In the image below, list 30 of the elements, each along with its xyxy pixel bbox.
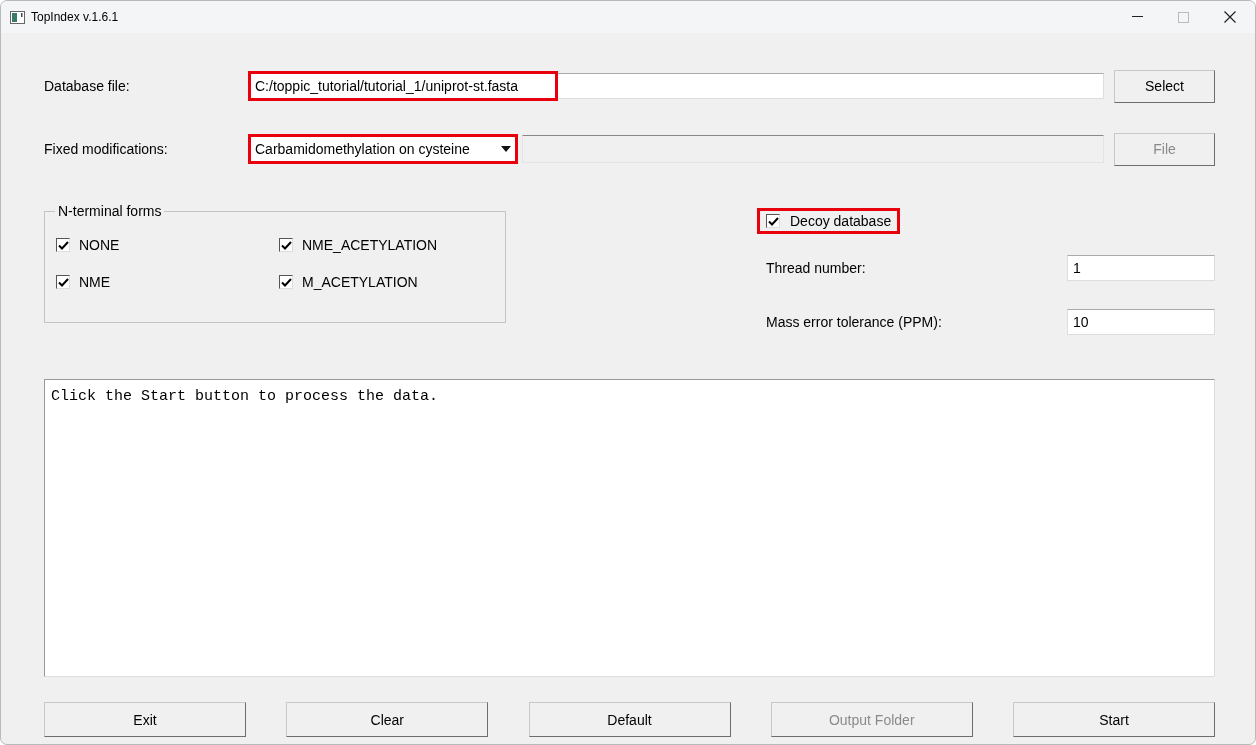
- checkbox[interactable]: [279, 275, 293, 289]
- checkbox-label: NME_ACETYLATION: [302, 237, 438, 253]
- minimize-icon[interactable]: [1132, 16, 1143, 18]
- app-icon: [10, 10, 25, 24]
- checkbox-label: NONE: [79, 237, 120, 253]
- field-label: Mass error tolerance (PPM):: [766, 314, 942, 330]
- checkbox-label: M_ACETYLATION: [302, 274, 418, 290]
- close-icon[interactable]: [1224, 11, 1236, 23]
- tolerance-field[interactable]: 10: [1067, 309, 1215, 335]
- select-button[interactable]: Select: [1114, 69, 1215, 103]
- checkbox[interactable]: [279, 238, 293, 252]
- window-title: TopIndex v.1.6.1: [31, 10, 119, 24]
- log-area[interactable]: Click the Start button to process the data.: [44, 379, 1215, 677]
- checkbox-label: NME: [79, 274, 111, 290]
- checkbox[interactable]: [56, 238, 70, 252]
- checkbox[interactable]: [56, 275, 70, 289]
- caret-icon: [501, 146, 511, 152]
- action-button[interactable]: Default: [528, 702, 731, 737]
- field-label: Thread number:: [766, 260, 866, 276]
- field-label: Fixed modifications:: [44, 141, 169, 157]
- modification-dropdown[interactable]: Carbamidomethylation on cysteine: [248, 136, 516, 162]
- action-button[interactable]: Clear: [286, 702, 489, 737]
- action-button[interactable]: Exit: [44, 702, 246, 737]
- field-label: Database file:: [44, 78, 131, 94]
- checkbox-label: Decoy database: [790, 213, 892, 229]
- log-text: Click the Start button to process the data.: [51, 388, 439, 405]
- thread-number-field[interactable]: 1: [1067, 255, 1215, 281]
- database-file-field[interactable]: C:/toppic_tutorial/tutorial_1/uniprot-st.fasta: [248, 73, 1104, 99]
- checkbox[interactable]: [766, 214, 780, 228]
- action-button[interactable]: Start: [1013, 702, 1215, 737]
